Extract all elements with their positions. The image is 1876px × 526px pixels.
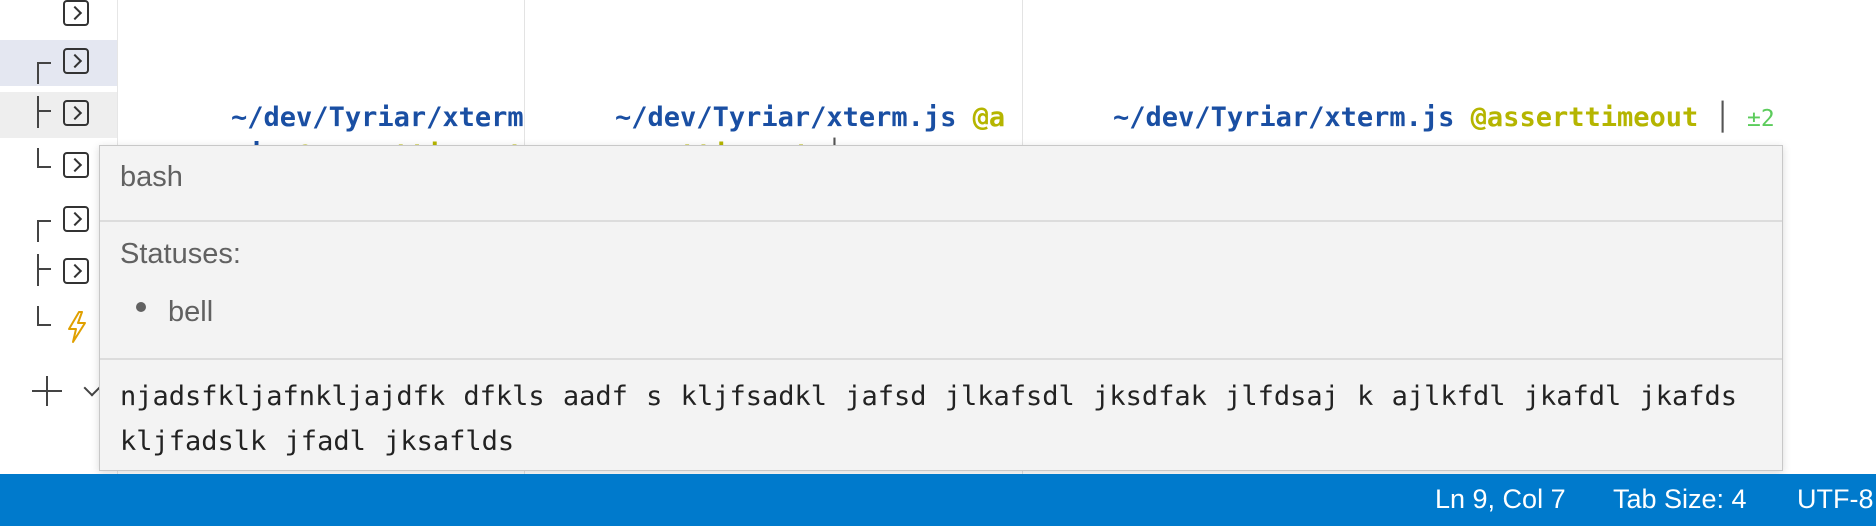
terminal-icon — [63, 152, 89, 178]
tree-branch-end — [33, 144, 53, 180]
terminal-icon — [63, 258, 89, 284]
prompt-path: ~/dev/Tyriar/xterm.js — [1113, 102, 1455, 133]
statuses-label: Statuses: — [120, 238, 241, 270]
terminal-icon — [63, 100, 89, 126]
tree-branch-middle — [33, 92, 53, 128]
hover-command-text: njadsfkljafnkljajdfk dfkls aadf s kljfsa… — [120, 381, 1738, 457]
terminal-tab-1[interactable] — [0, 40, 117, 86]
tree-branch-middle — [33, 250, 53, 286]
git-dirty-count: ±2 — [1747, 106, 1775, 132]
prompt-branch: @a — [972, 102, 1006, 133]
terminal-tab-2[interactable] — [0, 92, 117, 138]
tree-branch-start — [33, 210, 53, 246]
status-item: bell — [168, 296, 214, 328]
plus-icon[interactable] — [30, 374, 64, 408]
chevron-down-icon[interactable] — [83, 379, 101, 397]
encoding[interactable]: UTF-8 — [1797, 484, 1874, 515]
terminal-icon — [63, 0, 89, 26]
prompt-separator: │ — [1714, 102, 1731, 133]
terminal-tab-0[interactable] — [0, 0, 117, 36]
tree-branch-end — [33, 302, 53, 338]
lightning-bolt-icon — [68, 311, 86, 343]
terminal-tab-hover: bash Statuses: bell njadsfkljafnkljajdfk… — [99, 145, 1783, 471]
status-bar: Ln 9, Col 7 Tab Size: 4 UTF-8 — [0, 474, 1876, 526]
prompt-branch: @asserttimeout — [1470, 102, 1699, 133]
divider — [100, 358, 1782, 360]
hover-title: bash — [120, 161, 183, 193]
terminal-icon — [63, 48, 89, 74]
cursor-position[interactable]: Ln 9, Col 7 — [1435, 484, 1566, 515]
divider — [100, 220, 1782, 222]
terminal-icon — [63, 206, 89, 232]
bullet-icon — [136, 302, 146, 312]
tab-size[interactable]: Tab Size: 4 — [1613, 484, 1747, 515]
tree-branch-start — [33, 52, 53, 88]
